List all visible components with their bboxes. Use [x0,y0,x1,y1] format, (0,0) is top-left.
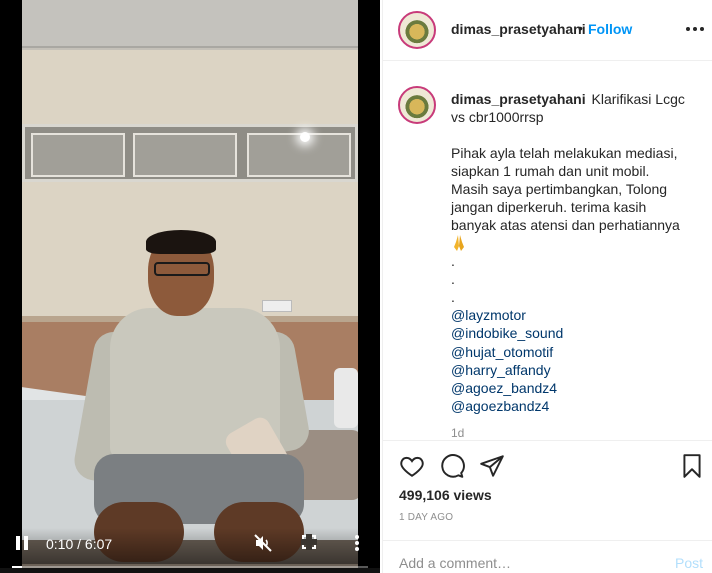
mention-link[interactable]: @indobike_sound [451,324,563,342]
view-count[interactable]: 499,106 views [399,487,492,503]
caption-section: dimas_prasetyahani Klarifikasi Lcgc vs c… [383,62,712,440]
post-button[interactable]: Post [675,555,703,571]
caption-body: Pihak ayla telah melakukan mediasi, siap… [451,144,703,306]
caption-dot: . [451,271,455,287]
mention-link[interactable]: @agoez_bandz4 [451,379,563,397]
video-player[interactable]: 0:10 / 6:07 [0,0,380,573]
comment-bar: Add a comment… Post [383,540,712,573]
caption-username[interactable]: dimas_prasetyahani [451,91,586,107]
video-more-icon[interactable] [355,535,359,551]
page-bottom-edge [0,568,380,573]
caption-time-ago[interactable]: 1d [451,426,464,440]
caption-dot: . [451,289,455,305]
folded-hands-icon [451,234,467,252]
person-figure [71,230,314,562]
pause-icon[interactable] [16,536,30,550]
caption-line: jangan diperkeruh. terima kasih [451,199,647,215]
mute-icon[interactable] [254,534,272,552]
caption-line: Masih saya pertimbangkan, Tolong [451,181,668,197]
bookmark-icon[interactable] [679,453,705,479]
caption-line: Pihak ayla telah melakukan mediasi, [451,145,678,161]
more-options-icon[interactable] [686,27,704,31]
video-frame [22,0,358,573]
share-icon[interactable] [479,453,505,479]
caption-line: banyak atas atensi dan perhatiannya [451,217,680,233]
caption-title-line: dimas_prasetyahani Klarifikasi Lcgc vs c… [451,90,701,126]
mention-link[interactable]: @harry_affandy [451,361,563,379]
follow-button[interactable]: Follow [588,21,632,37]
mention-link[interactable]: @layzmotor [451,306,563,324]
caption-line: siapkan 1 rumah dan unit mobil. [451,163,650,179]
comment-input[interactable]: Add a comment… [399,555,511,571]
action-bar [383,440,712,490]
heart-icon[interactable] [399,453,425,479]
separator-dot: • [578,20,583,36]
post-sidebar: dimas_prasetyahani • Follow dimas_praset… [382,0,712,573]
video-time: 0:10 / 6:07 [46,536,113,552]
caption-avatar[interactable] [398,86,436,124]
comment-icon[interactable] [439,453,465,479]
fullscreen-icon[interactable] [301,534,317,550]
mention-link[interactable]: @agoezbandz4 [451,397,563,415]
post-date[interactable]: 1 DAY AGO [399,512,453,523]
header-username[interactable]: dimas_prasetyahani [451,21,586,37]
caption-dot: . [451,253,455,269]
avatar[interactable] [398,11,436,49]
mention-list: @layzmotor @indobike_sound @hujat_otomot… [451,306,563,416]
post-header: dimas_prasetyahani • Follow [383,0,712,61]
mention-link[interactable]: @hujat_otomotif [451,343,563,361]
